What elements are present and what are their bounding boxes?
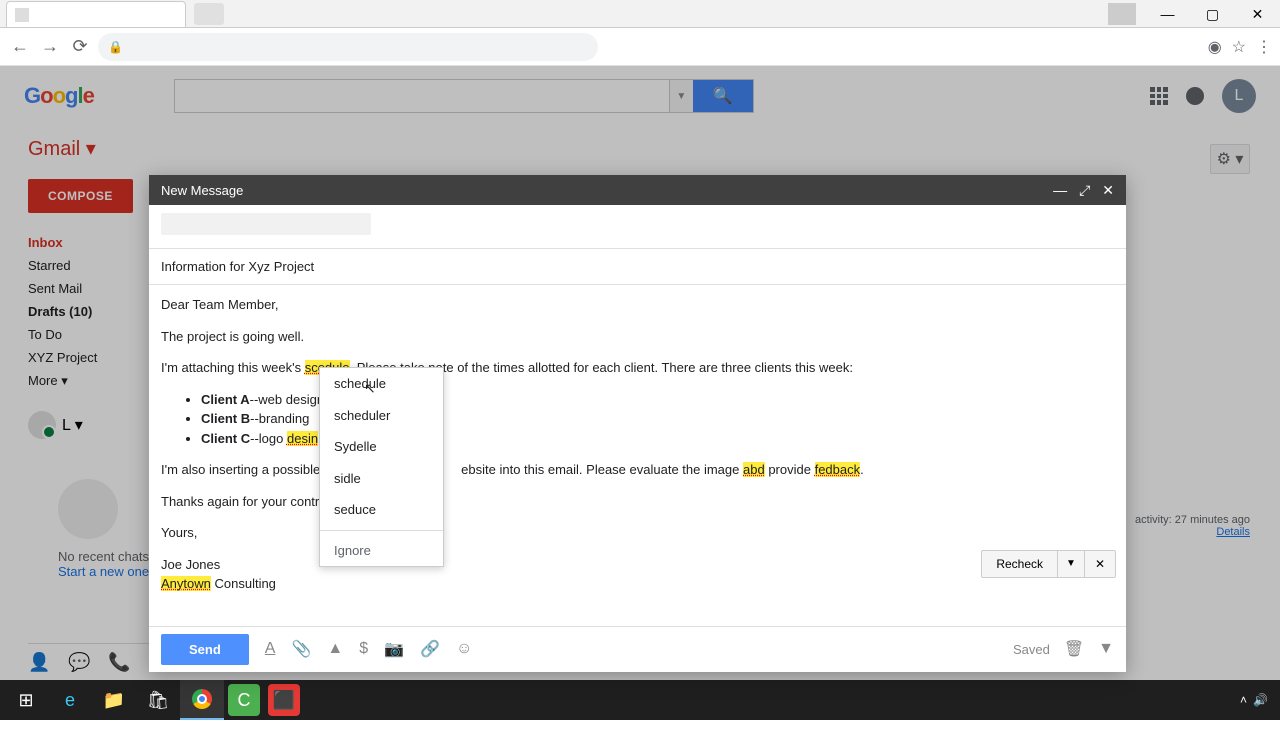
compose-close-icon[interactable]: ✕ xyxy=(1102,182,1114,199)
spell-suggestion[interactable]: scheduler xyxy=(320,400,443,432)
recheck-button[interactable]: Recheck xyxy=(981,550,1058,578)
emoji-icon[interactable]: ☺ xyxy=(456,640,472,658)
compose-to-field[interactable] xyxy=(149,205,1126,249)
body-greeting: Dear Team Member, xyxy=(161,295,1114,315)
chrome-profile-icon[interactable] xyxy=(1108,3,1136,25)
compose-minimize-icon[interactable]: — xyxy=(1053,182,1067,199)
new-tab-button[interactable] xyxy=(194,3,224,25)
taskbar-store-icon[interactable]: 🛍 xyxy=(136,680,180,720)
lock-icon: 🔒 xyxy=(108,40,123,54)
windows-taskbar: ⊞ e 📁 🛍 C ⬛ ˄ 🔊 xyxy=(0,680,1280,720)
spell-suggestion[interactable]: schedule xyxy=(320,368,443,400)
saved-status: Saved xyxy=(1013,642,1050,657)
forward-button[interactable]: → xyxy=(38,35,62,59)
start-button[interactable]: ⊞ xyxy=(4,680,48,720)
compose-titlebar[interactable]: New Message — ⤢ ✕ xyxy=(149,175,1126,205)
compose-toolbar: Send A 📎 ▲ $ 📷 🔗 ☺ Saved 🗑 ▼ xyxy=(149,626,1126,672)
send-button[interactable]: Send xyxy=(161,634,249,665)
spell-ignore[interactable]: Ignore xyxy=(320,535,443,567)
reload-button[interactable]: ⟳ xyxy=(68,35,92,59)
money-icon[interactable]: $ xyxy=(359,640,368,658)
browser-tab-strip: — ▢ ✕ xyxy=(0,0,1280,28)
misspelled-abd[interactable]: abd xyxy=(743,462,765,477)
bookmark-star-icon[interactable]: ☆ xyxy=(1232,37,1246,57)
body-p5: Yours, xyxy=(161,523,1114,543)
body-signature: Joe Jones Anytown Consulting xyxy=(161,555,1114,594)
body-p4: Thanks again for your contri xyxy=(161,492,1114,512)
tray-chevron-icon[interactable]: ˄ xyxy=(1240,693,1247,707)
taskbar-edge-icon[interactable]: e xyxy=(48,680,92,720)
taskbar-camtasia-icon[interactable]: C xyxy=(228,684,260,716)
link-icon[interactable]: 🔗 xyxy=(420,639,440,659)
taskbar-explorer-icon[interactable]: 📁 xyxy=(92,680,136,720)
attach-icon[interactable]: 📎 xyxy=(291,639,311,659)
body-p2: I'm attaching this week's scedule. Pleas… xyxy=(161,358,1114,378)
compose-window: New Message — ⤢ ✕ Information for Xyz Pr… xyxy=(149,175,1126,672)
browser-nav-bar: ← → ⟳ 🔒 ◉ ☆ ⋮ xyxy=(0,28,1280,66)
compose-subject-field[interactable]: Information for Xyz Project xyxy=(149,249,1126,285)
taskbar-app-icon[interactable]: ⬛ xyxy=(268,684,300,716)
browser-tab[interactable] xyxy=(6,1,186,27)
window-minimize[interactable]: — xyxy=(1145,0,1190,28)
window-maximize[interactable]: ▢ xyxy=(1190,0,1235,28)
recheck-dropdown[interactable]: ▼ xyxy=(1058,550,1085,578)
spellcheck-recheck-bar: Recheck ▼ ✕ xyxy=(981,550,1116,578)
spellcheck-menu: schedule scheduler Sydelle sidle seduce … xyxy=(319,367,444,567)
misspelled-anytown[interactable]: Anytown xyxy=(161,576,211,591)
browser-menu-icon[interactable]: ⋮ xyxy=(1256,37,1272,57)
spell-suggestion[interactable]: Sydelle xyxy=(320,431,443,463)
compose-fullscreen-icon[interactable]: ⤢ xyxy=(1079,182,1090,199)
photo-icon[interactable]: 📷 xyxy=(384,639,404,659)
formatting-icon[interactable]: A xyxy=(265,640,276,658)
drive-icon[interactable]: ▲ xyxy=(327,640,343,658)
compose-title: New Message xyxy=(161,183,243,198)
address-bar[interactable]: 🔒 xyxy=(98,33,598,61)
recipient-chip[interactable] xyxy=(161,213,371,235)
discard-icon[interactable]: 🗑 xyxy=(1064,639,1084,659)
misspelled-desin[interactable]: desin xyxy=(287,431,318,446)
tray-volume-icon[interactable]: 🔊 xyxy=(1253,693,1268,707)
more-options-icon[interactable]: ▼ xyxy=(1098,640,1114,658)
taskbar-chrome-icon[interactable] xyxy=(180,680,224,720)
body-p3: I'm also inserting a possible ebsite int… xyxy=(161,460,1114,480)
misspelled-fedback[interactable]: fedback xyxy=(815,462,861,477)
back-button[interactable]: ← xyxy=(8,35,32,59)
window-close[interactable]: ✕ xyxy=(1235,0,1280,28)
spell-suggestion[interactable]: seduce xyxy=(320,494,443,526)
recheck-close[interactable]: ✕ xyxy=(1085,550,1116,578)
body-p1: The project is going well. xyxy=(161,327,1114,347)
tab-favicon xyxy=(15,8,29,22)
compose-body-editor[interactable]: Dear Team Member, The project is going w… xyxy=(149,285,1126,626)
spell-suggestion[interactable]: sidle xyxy=(320,463,443,495)
eye-icon[interactable]: ◉ xyxy=(1208,37,1222,57)
